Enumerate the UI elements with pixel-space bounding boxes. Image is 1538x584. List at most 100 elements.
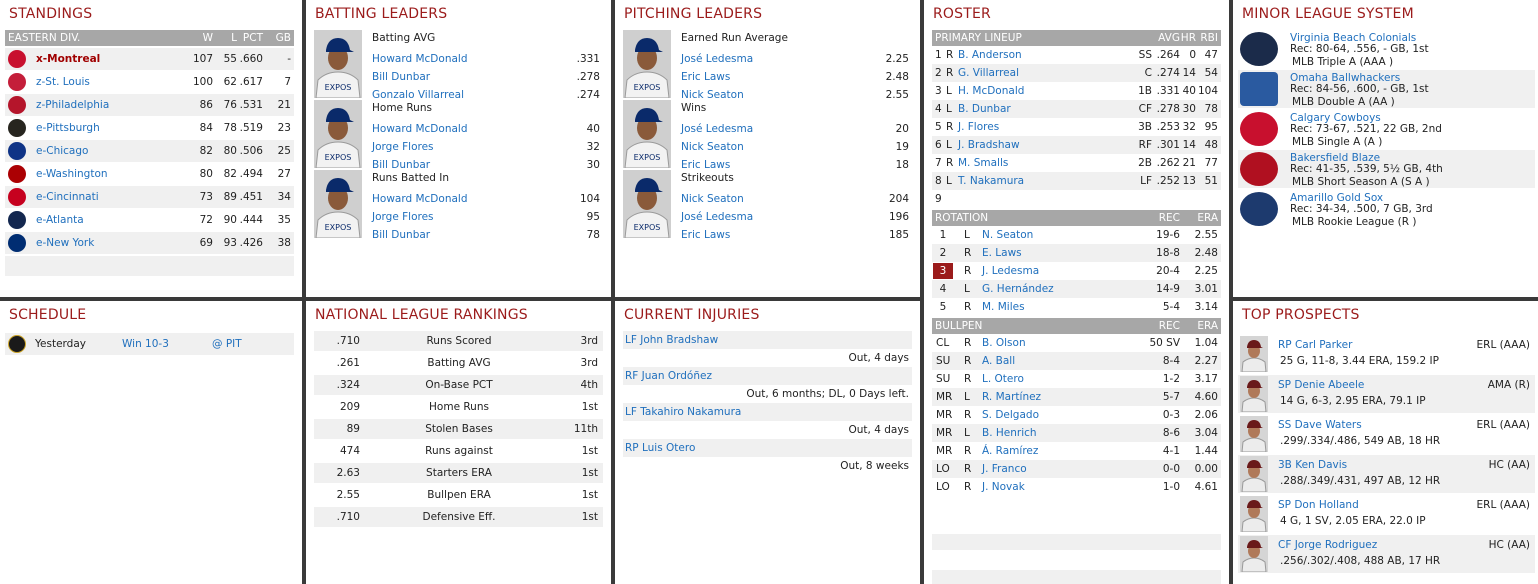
leader-row[interactable]: Jorge Flores 32 bbox=[366, 138, 604, 156]
lineup-row[interactable]: 8 L T. Nakamura LF .252 13 51 bbox=[932, 172, 1221, 190]
injury-row[interactable]: RP Luis Otero bbox=[623, 439, 912, 457]
leader-name-link[interactable]: Bill Dunbar bbox=[372, 68, 430, 86]
player-name-link[interactable]: T. Nakamura bbox=[958, 172, 1024, 190]
team-name-link[interactable]: x-Montreal bbox=[36, 48, 100, 70]
injury-row[interactable]: LF Takahiro Nakamura bbox=[623, 403, 912, 421]
leader-row[interactable]: Nick Seaton 19 bbox=[675, 138, 913, 156]
leader-row[interactable]: José Ledesma 2.25 bbox=[675, 50, 913, 68]
bullpen-row[interactable]: MR R S. Delgado 0-3 2.06 bbox=[932, 406, 1221, 424]
player-name-link[interactable]: J. Bradshaw bbox=[958, 136, 1020, 154]
team-name-link[interactable]: e-Washington bbox=[36, 163, 108, 185]
rotation-row[interactable]: 4 L G. Hernández 14-9 3.01 bbox=[932, 280, 1221, 298]
lineup-row[interactable]: 9 bbox=[932, 190, 1221, 208]
schedule-result-link[interactable]: Win 10-3 bbox=[122, 333, 169, 355]
leader-row[interactable]: Jorge Flores 95 bbox=[366, 208, 604, 226]
pitcher-name-link[interactable]: M. Miles bbox=[982, 298, 1025, 316]
prospect-row[interactable]: SP Denie Abeele AMA (R) 14 G, 6-3, 2.95 ER… bbox=[1238, 375, 1535, 413]
pitcher-name-link[interactable]: S. Delgado bbox=[982, 406, 1039, 424]
schedule-row[interactable]: Yesterday Win 10-3 @ PIT bbox=[5, 333, 294, 355]
prospect-name-link[interactable]: SS Dave Waters bbox=[1278, 419, 1362, 431]
leader-row[interactable]: Nick Seaton 2.55 bbox=[675, 86, 913, 104]
pitcher-name-link[interactable]: B. Olson bbox=[982, 334, 1026, 352]
team-name-link[interactable]: e-Pittsburgh bbox=[36, 117, 100, 139]
lineup-row[interactable]: 5 R J. Flores 3B .253 32 95 bbox=[932, 118, 1221, 136]
prospect-name-link[interactable]: SP Don Holland bbox=[1278, 499, 1359, 511]
player-name-link[interactable]: J. Flores bbox=[958, 118, 999, 136]
bullpen-row[interactable]: LO R J. Novak 1-0 4.61 bbox=[932, 478, 1221, 496]
leader-name-link[interactable]: José Ledesma bbox=[681, 208, 753, 226]
leader-name-link[interactable]: Howard McDonald bbox=[372, 120, 468, 138]
leader-name-link[interactable]: Howard McDonald bbox=[372, 50, 468, 68]
injured-player-link[interactable]: RP Luis Otero bbox=[625, 439, 695, 457]
team-name-link[interactable]: e-Chicago bbox=[36, 140, 88, 162]
player-photo[interactable]: EXPOS bbox=[623, 30, 671, 98]
bullpen-row[interactable]: SU R L. Otero 1-2 3.17 bbox=[932, 370, 1221, 388]
team-name-link[interactable]: z-St. Louis bbox=[36, 71, 90, 93]
leader-row[interactable]: Howard McDonald 40 bbox=[366, 120, 604, 138]
bullpen-row[interactable]: MR L R. Martínez 5-7 4.60 bbox=[932, 388, 1221, 406]
pitcher-name-link[interactable]: A. Ball bbox=[982, 352, 1015, 370]
leader-name-link[interactable]: Jorge Flores bbox=[372, 208, 434, 226]
leader-name-link[interactable]: Eric Laws bbox=[681, 226, 730, 244]
leader-row[interactable]: Eric Laws 2.48 bbox=[675, 68, 913, 86]
player-name-link[interactable]: B. Dunbar bbox=[958, 100, 1011, 118]
standings-row[interactable]: e-New York 69 93.426 38 bbox=[5, 232, 294, 254]
prospect-row[interactable]: RP Carl Parker ERL (AAA) 25 G, 11-8, 3.44 … bbox=[1238, 335, 1535, 373]
leader-name-link[interactable]: Nick Seaton bbox=[681, 190, 744, 208]
minor-team-row[interactable]: Omaha Ballwhackers Rec: 84-56, .600, - GB… bbox=[1238, 70, 1535, 108]
pitcher-name-link[interactable]: G. Hernández bbox=[982, 280, 1054, 298]
player-name-link[interactable]: G. Villarreal bbox=[958, 64, 1019, 82]
leader-name-link[interactable]: Howard McDonald bbox=[372, 190, 468, 208]
pitcher-name-link[interactable]: J. Ledesma bbox=[982, 262, 1039, 280]
prospect-row[interactable]: CF Jorge Rodriguez HC (AA) .256/.302/.408,… bbox=[1238, 535, 1535, 573]
player-name-link[interactable]: B. Anderson bbox=[958, 46, 1022, 64]
pitcher-name-link[interactable]: L. Otero bbox=[982, 370, 1024, 388]
player-name-link[interactable]: M. Smalls bbox=[958, 154, 1008, 172]
prospect-name-link[interactable]: CF Jorge Rodriguez bbox=[1278, 539, 1377, 551]
pitcher-name-link[interactable]: N. Seaton bbox=[982, 226, 1033, 244]
standings-row[interactable]: x-Montreal 107 55.660 - bbox=[5, 48, 294, 70]
player-photo[interactable]: EXPOS bbox=[314, 170, 362, 238]
standings-row[interactable]: e-Atlanta 72 90.444 35 bbox=[5, 209, 294, 231]
prospect-row[interactable]: SP Don Holland ERL (AAA) 4 G, 1 SV, 2.05 E… bbox=[1238, 495, 1535, 533]
bullpen-row[interactable]: MR L B. Henrich 8-6 3.04 bbox=[932, 424, 1221, 442]
prospect-name-link[interactable]: SP Denie Abeele bbox=[1278, 379, 1364, 391]
rotation-row[interactable]: 1 L N. Seaton 19-6 2.55 bbox=[932, 226, 1221, 244]
leader-name-link[interactable]: José Ledesma bbox=[681, 120, 753, 138]
player-photo[interactable]: EXPOS bbox=[623, 100, 671, 168]
standings-row[interactable]: e-Washington 80 82.494 27 bbox=[5, 163, 294, 185]
leader-name-link[interactable]: Eric Laws bbox=[681, 68, 730, 86]
standings-row[interactable]: e-Chicago 82 80.506 25 bbox=[5, 140, 294, 162]
schedule-opponent-link[interactable]: @ PIT bbox=[212, 333, 242, 355]
player-photo[interactable]: EXPOS bbox=[314, 100, 362, 168]
minor-team-row[interactable]: Virginia Beach Colonials Rec: 80-64, .556… bbox=[1238, 30, 1535, 68]
bullpen-row[interactable]: MR R Á. Ramírez 4-1 1.44 bbox=[932, 442, 1221, 460]
leader-name-link[interactable]: Bill Dunbar bbox=[372, 226, 430, 244]
standings-row[interactable]: e-Pittsburgh 84 78.519 23 bbox=[5, 117, 294, 139]
team-name-link[interactable]: z-Philadelphia bbox=[36, 94, 109, 116]
prospect-name-link[interactable]: RP Carl Parker bbox=[1278, 339, 1352, 351]
pitcher-name-link[interactable]: J. Novak bbox=[982, 478, 1025, 496]
leader-row[interactable]: Howard McDonald .331 bbox=[366, 50, 604, 68]
prospect-row[interactable]: 3B Ken Davis HC (AA) .288/.349/.431, 497 A… bbox=[1238, 455, 1535, 493]
standings-row[interactable]: z-St. Louis 100 62.617 7 bbox=[5, 71, 294, 93]
team-name-link[interactable]: e-Atlanta bbox=[36, 209, 84, 231]
pitcher-name-link[interactable]: E. Laws bbox=[982, 244, 1022, 262]
lineup-row[interactable]: 4 L B. Dunbar CF .278 30 78 bbox=[932, 100, 1221, 118]
pitcher-name-link[interactable]: B. Henrich bbox=[982, 424, 1037, 442]
minor-team-row[interactable]: Calgary Cowboys Rec: 73-67, .521, 22 GB, … bbox=[1238, 110, 1535, 148]
pitcher-name-link[interactable]: J. Franco bbox=[982, 460, 1027, 478]
team-name-link[interactable]: e-Cincinnati bbox=[36, 186, 99, 208]
injured-player-link[interactable]: LF Takahiro Nakamura bbox=[625, 403, 741, 421]
leader-row[interactable]: Nick Seaton 204 bbox=[675, 190, 913, 208]
standings-row[interactable]: e-Cincinnati 73 89.451 34 bbox=[5, 186, 294, 208]
injured-player-link[interactable]: LF John Bradshaw bbox=[625, 331, 718, 349]
bullpen-row[interactable]: CL R B. Olson 50 SV 1.04 bbox=[932, 334, 1221, 352]
rotation-row[interactable]: 5 R M. Miles 5-4 3.14 bbox=[932, 298, 1221, 316]
standings-row[interactable]: z-Philadelphia 86 76.531 21 bbox=[5, 94, 294, 116]
rotation-row[interactable]: 2 R E. Laws 18-8 2.48 bbox=[932, 244, 1221, 262]
lineup-row[interactable]: 1 R B. Anderson SS .264 0 47 bbox=[932, 46, 1221, 64]
player-photo[interactable]: EXPOS bbox=[623, 170, 671, 238]
team-name-link[interactable]: e-New York bbox=[36, 232, 94, 254]
lineup-row[interactable]: 3 L H. McDonald 1B .331 40 104 bbox=[932, 82, 1221, 100]
